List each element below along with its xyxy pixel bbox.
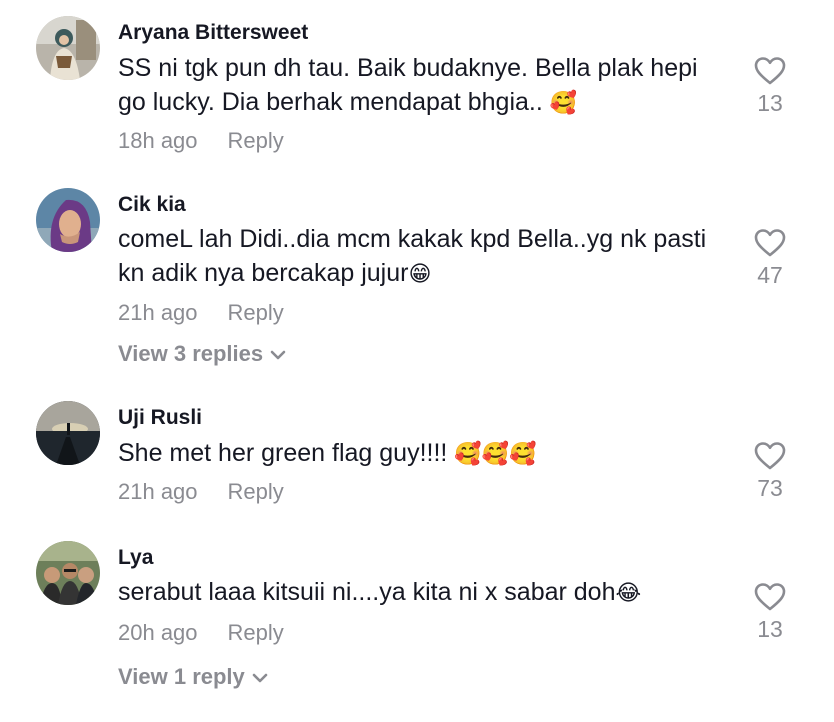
emoji: 😂 (615, 581, 642, 606)
comment-body: serabut laaa kitsuii ni....ya kita ni x … (118, 578, 616, 606)
reply-button[interactable]: Reply (228, 479, 284, 504)
avatar[interactable] (36, 16, 100, 80)
heart-icon[interactable] (754, 228, 786, 258)
avatar[interactable] (36, 188, 100, 252)
chevron-down-icon[interactable] (251, 672, 269, 684)
comment-meta: 21h ago Reply (118, 479, 284, 505)
avatar[interactable] (36, 401, 100, 465)
view-replies-button[interactable]: View 3 replies (118, 341, 287, 367)
comment-meta: 21h ago Reply (118, 300, 284, 326)
comment-meta: 20h ago Reply (118, 620, 284, 646)
heart-icon[interactable] (754, 56, 786, 86)
like-count: 47 (757, 262, 783, 288)
timestamp: 20h ago (118, 620, 198, 645)
avatar[interactable] (36, 541, 100, 605)
view-replies-label[interactable]: View 3 replies (118, 341, 263, 366)
timestamp: 21h ago (118, 479, 198, 504)
like-control[interactable]: 13 (740, 582, 800, 643)
username[interactable]: Aryana Bittersweet (118, 21, 308, 45)
view-replies-label[interactable]: View 1 reply (118, 664, 245, 689)
comment-text: comeL lah Didi..dia mcm kakak kpd Bella.… (118, 222, 718, 292)
like-count: 13 (757, 90, 783, 116)
emoji: 🥰🥰🥰 (454, 442, 537, 467)
like-control[interactable]: 47 (740, 228, 800, 289)
like-control[interactable]: 13 (740, 56, 800, 117)
comment-meta: 18h ago Reply (118, 128, 284, 154)
username[interactable]: Uji Rusli (118, 406, 202, 430)
chevron-down-icon[interactable] (269, 349, 287, 361)
timestamp: 18h ago (118, 128, 198, 153)
reply-button[interactable]: Reply (228, 300, 284, 325)
comment-body: She met her green flag guy!!!! (118, 439, 455, 467)
like-count: 73 (757, 475, 783, 501)
username[interactable]: Cik kia (118, 193, 186, 217)
view-replies-button[interactable]: View 1 reply (118, 664, 269, 690)
heart-icon[interactable] (754, 441, 786, 471)
comment-text: SS ni tgk pun dh tau. Baik budaknye. Bel… (118, 51, 718, 121)
emoji: 😁 (408, 262, 432, 287)
comment-body: SS ni tgk pun dh tau. Baik budaknye. Bel… (118, 54, 698, 116)
username[interactable]: Lya (118, 546, 153, 570)
like-control[interactable]: 73 (740, 441, 800, 502)
timestamp: 21h ago (118, 300, 198, 325)
emoji: 🥰 (549, 91, 578, 116)
heart-icon[interactable] (754, 582, 786, 612)
comment-text: She met her green flag guy!!!! 🥰🥰🥰 (118, 436, 718, 472)
like-count: 13 (757, 616, 783, 642)
comment-text: serabut laaa kitsuii ni....ya kita ni x … (118, 575, 718, 611)
reply-button[interactable]: Reply (228, 128, 284, 153)
reply-button[interactable]: Reply (228, 620, 284, 645)
